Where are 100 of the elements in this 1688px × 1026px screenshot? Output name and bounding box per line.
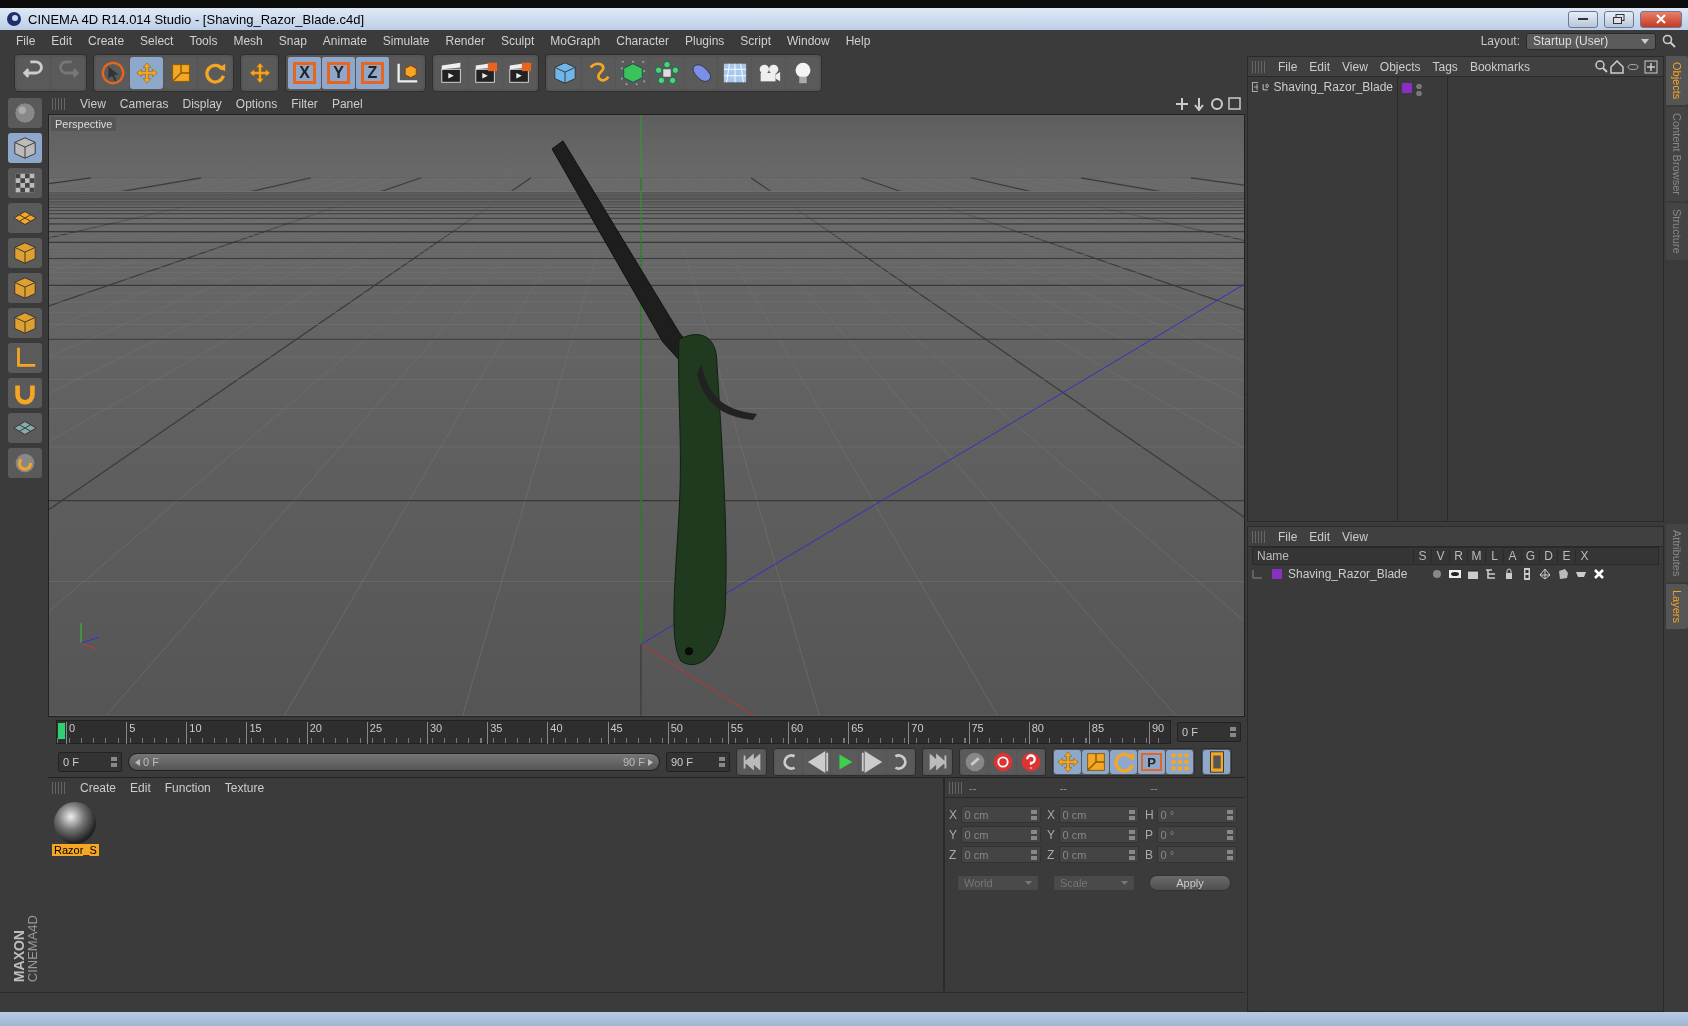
menu-item[interactable]: View bbox=[74, 97, 112, 111]
column-header[interactable]: R bbox=[1449, 549, 1467, 563]
axis-lock-button[interactable]: Z bbox=[356, 57, 389, 89]
points-cube-button[interactable] bbox=[8, 238, 42, 268]
edges-cube-button[interactable] bbox=[8, 273, 42, 303]
panel-grip-icon[interactable] bbox=[1252, 530, 1266, 543]
rotate-button[interactable] bbox=[198, 57, 231, 89]
axis-lock-button[interactable]: Y bbox=[322, 57, 355, 89]
end-frame-field[interactable]: 90 F bbox=[666, 752, 730, 772]
menu-item[interactable]: Edit bbox=[1303, 59, 1337, 74]
cube-button[interactable] bbox=[548, 57, 581, 89]
menu-item[interactable]: Texture bbox=[218, 781, 271, 795]
visibility-dots-icon[interactable] bbox=[1416, 83, 1422, 97]
menu-item[interactable]: Display bbox=[176, 97, 228, 111]
eye-icon[interactable] bbox=[1449, 568, 1461, 580]
lock-icon[interactable] bbox=[1503, 568, 1515, 580]
menu-item[interactable]: Help bbox=[837, 34, 879, 48]
menu-item[interactable]: File bbox=[8, 34, 44, 48]
menu-item[interactable]: View bbox=[1336, 529, 1374, 544]
menu-item[interactable]: Character bbox=[608, 34, 677, 48]
menu-item[interactable]: Bookmarks bbox=[1463, 59, 1536, 74]
current-frame-field[interactable]: 0 F bbox=[1177, 722, 1241, 742]
cloner-button[interactable] bbox=[650, 57, 683, 89]
menu-item[interactable]: View bbox=[1336, 59, 1374, 74]
prev-key-button[interactable] bbox=[775, 750, 802, 774]
panel-tool-icons[interactable] bbox=[1595, 59, 1659, 74]
axes-cube-button[interactable] bbox=[390, 57, 423, 89]
dots-grid-button[interactable] bbox=[1166, 750, 1193, 774]
magnet-button[interactable] bbox=[8, 378, 42, 408]
start-frame-field[interactable]: 0 F bbox=[58, 752, 122, 772]
column-header[interactable]: X bbox=[1575, 549, 1593, 563]
camera-button[interactable] bbox=[752, 57, 785, 89]
sphere-button[interactable] bbox=[8, 98, 42, 128]
cube-button[interactable] bbox=[8, 133, 42, 163]
play-button[interactable] bbox=[831, 750, 858, 774]
checker-button[interactable] bbox=[8, 168, 42, 198]
menu-item[interactable]: Edit bbox=[124, 781, 157, 795]
menu-item[interactable]: Select bbox=[132, 34, 182, 48]
scale-button[interactable] bbox=[1082, 750, 1109, 774]
menu-item[interactable]: Create bbox=[74, 781, 123, 795]
menu-item[interactable]: Objects bbox=[1373, 59, 1427, 74]
menu-item[interactable]: File bbox=[1272, 59, 1304, 74]
object-name[interactable]: Shaving_Razor_Blade bbox=[1273, 80, 1393, 94]
clapper-gear-button[interactable] bbox=[503, 57, 536, 89]
close-button[interactable] bbox=[1640, 10, 1682, 28]
menu-item[interactable]: Animate bbox=[314, 34, 375, 48]
grid-plane-button[interactable] bbox=[8, 203, 42, 233]
menu-item[interactable]: Script bbox=[732, 34, 779, 48]
x-mark-icon[interactable] bbox=[1593, 568, 1605, 580]
layer-name[interactable]: Shaving_Razor_Blade bbox=[1288, 567, 1428, 581]
solo-dot-icon[interactable] bbox=[1431, 568, 1443, 580]
cursor-button[interactable] bbox=[96, 57, 129, 89]
step-forward-button[interactable] bbox=[859, 750, 886, 774]
deformer-button[interactable] bbox=[684, 57, 717, 89]
menu-item[interactable]: Filter bbox=[285, 97, 324, 111]
auto-key-button[interactable] bbox=[1017, 750, 1044, 774]
menu-item[interactable]: Tools bbox=[181, 34, 226, 48]
light-bulb-button[interactable] bbox=[786, 57, 819, 89]
record-button[interactable] bbox=[989, 750, 1016, 774]
polygons-cube-button[interactable] bbox=[8, 308, 42, 338]
menu-item[interactable]: Panel bbox=[325, 97, 369, 111]
menu-item[interactable]: Function bbox=[158, 781, 217, 795]
column-header[interactable]: D bbox=[1539, 549, 1557, 563]
floor-button[interactable] bbox=[718, 57, 751, 89]
menu-item[interactable]: Options bbox=[229, 97, 284, 111]
menu-item[interactable]: Edit bbox=[1303, 529, 1337, 544]
menu-item[interactable]: Cameras bbox=[113, 97, 175, 111]
minimize-button[interactable] bbox=[1568, 10, 1598, 28]
side-tab[interactable]: Objects bbox=[1666, 56, 1688, 106]
column-header[interactable]: G bbox=[1521, 549, 1539, 563]
clapper-button[interactable] bbox=[469, 57, 502, 89]
column-header[interactable]: S bbox=[1413, 549, 1431, 563]
menu-item[interactable]: Plugins bbox=[676, 34, 733, 48]
menu-item[interactable]: Window bbox=[779, 34, 838, 48]
search-icon[interactable] bbox=[1662, 34, 1676, 48]
grid-lock-button[interactable] bbox=[8, 413, 42, 443]
timeline-ruler[interactable]: 0 5 10 15 20 25 30 35 40 45 50 55 60 65 70 75 80 85 90 bbox=[56, 720, 1171, 744]
spline-button[interactable] bbox=[582, 57, 615, 89]
panel-grip-icon[interactable] bbox=[1252, 60, 1266, 73]
key-selection-button[interactable] bbox=[961, 750, 988, 774]
menu-item[interactable]: Render bbox=[437, 34, 493, 48]
column-header[interactable]: A bbox=[1503, 549, 1521, 563]
menu-item[interactable]: Sculpt bbox=[492, 34, 543, 48]
apply-button[interactable]: Apply bbox=[1149, 875, 1231, 891]
menu-item[interactable]: File bbox=[1272, 529, 1304, 544]
expand-icon[interactable] bbox=[1252, 82, 1258, 92]
scale-button[interactable] bbox=[164, 57, 197, 89]
column-header[interactable]: E bbox=[1557, 549, 1575, 563]
step-back-button[interactable] bbox=[803, 750, 830, 774]
menu-item[interactable]: Simulate bbox=[374, 34, 438, 48]
layout-dropdown[interactable]: Startup (User) bbox=[1526, 32, 1656, 50]
3d-viewport[interactable]: Perspective bbox=[48, 114, 1245, 717]
menu-item[interactable]: Create bbox=[80, 34, 133, 48]
restore-button[interactable] bbox=[1604, 10, 1634, 28]
gizmo-icon[interactable] bbox=[1539, 568, 1551, 580]
column-header[interactable]: Name bbox=[1253, 549, 1413, 563]
menu-item[interactable]: MoGraph bbox=[542, 34, 609, 48]
next-key-button[interactable] bbox=[887, 750, 914, 774]
menu-item[interactable]: Tags bbox=[1426, 59, 1464, 74]
undo-button[interactable] bbox=[17, 57, 50, 89]
